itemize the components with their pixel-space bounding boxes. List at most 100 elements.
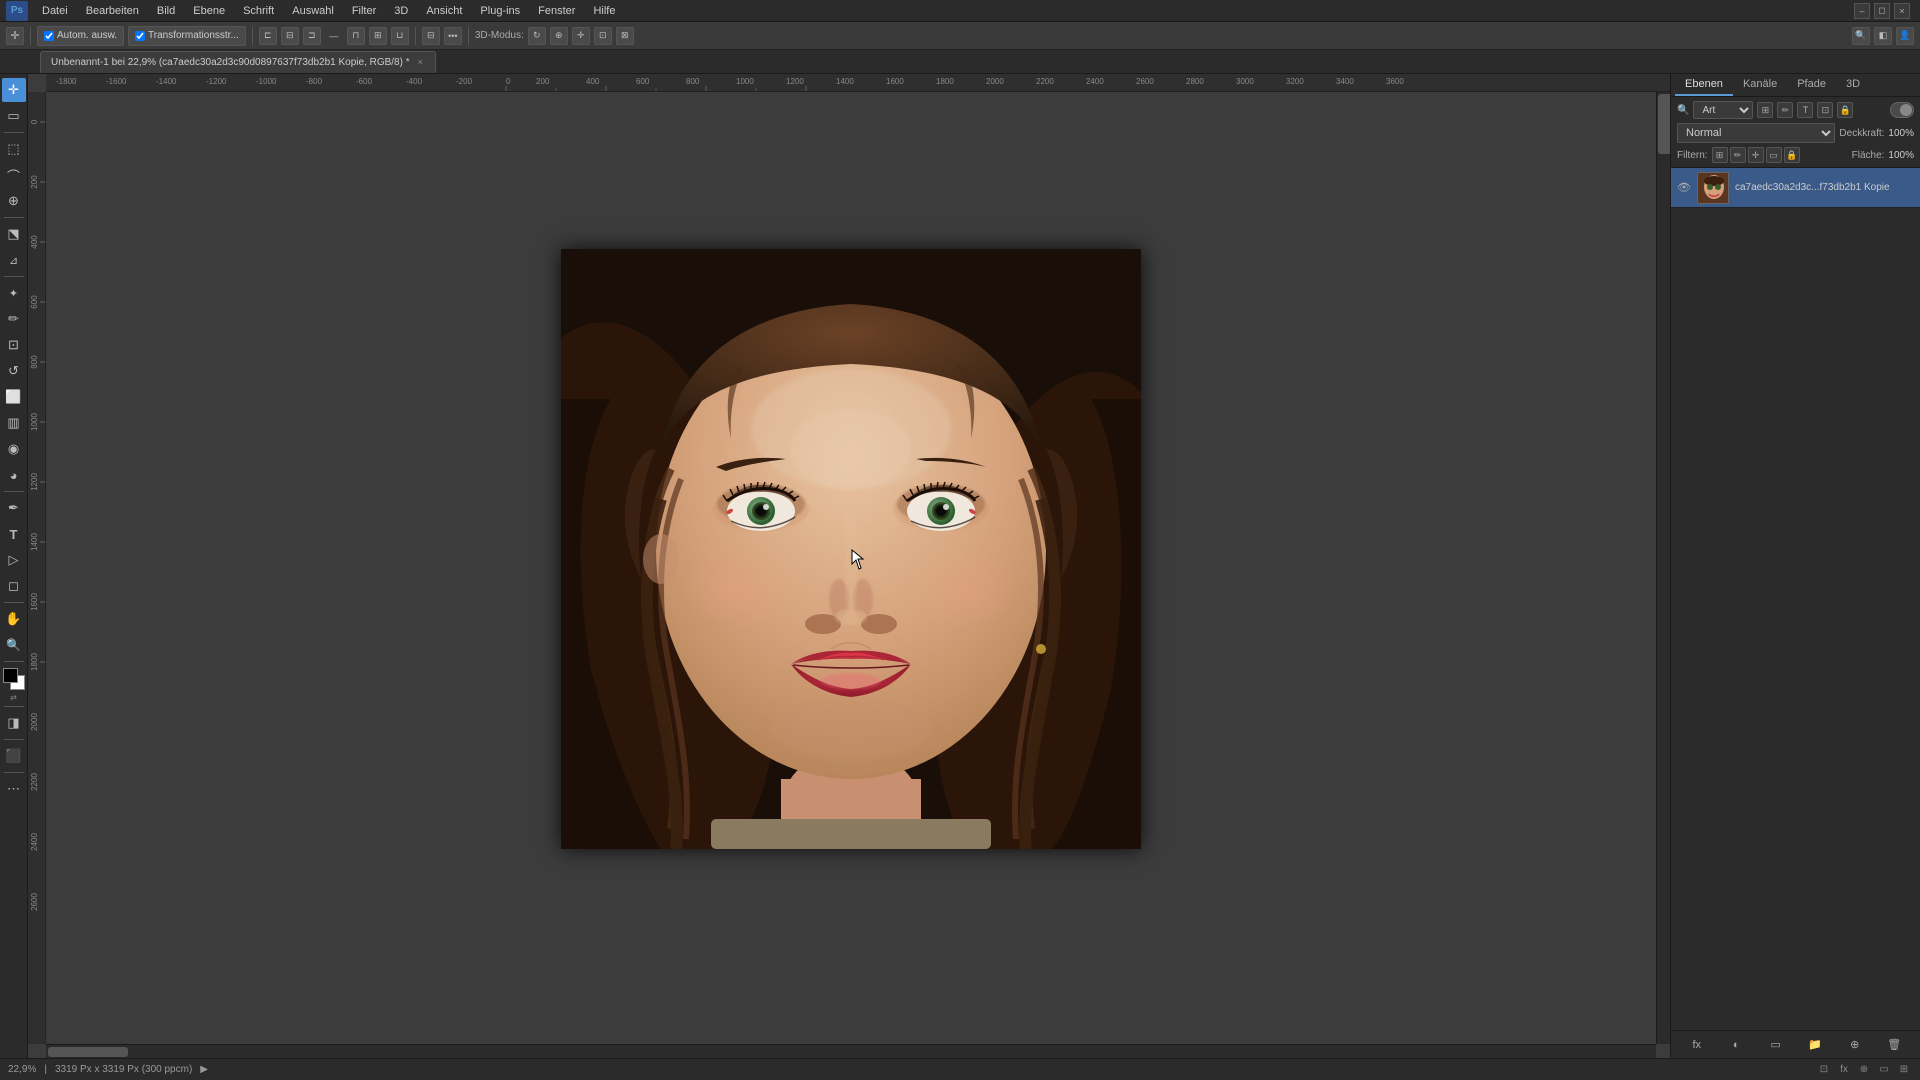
tab-close-button[interactable]: × [416,57,425,67]
layer-visibility-toggle[interactable]: 👁 [1677,181,1691,195]
document-tab[interactable]: Unbenannt-1 bei 22,9% (ca7aedc30a2d3c90d… [40,51,436,73]
hand-tool-button[interactable]: ✋ [2,607,26,631]
workspaces-icon[interactable]: ◧ [1874,27,1892,45]
v-scroll-thumb[interactable] [1658,94,1670,154]
quick-mask-button[interactable]: ◨ [2,711,26,735]
text-tool-button[interactable]: T [2,522,26,546]
zoom-tool-button[interactable]: 🔍 [2,633,26,657]
move-tool-button[interactable]: ✛ [2,78,26,102]
status-info-arrow[interactable]: ▶ [200,1064,208,1075]
layer-filter-icon-4[interactable]: ⊡ [1817,102,1833,118]
vertical-scrollbar[interactable] [1656,92,1670,1044]
status-icon-4[interactable]: ▭ [1876,1062,1892,1078]
fill-value[interactable]: 100% [1888,150,1914,161]
align-top-icon[interactable]: ⊓ [347,27,365,45]
quick-select-tool-button[interactable]: ⊕ [2,189,26,213]
status-icon-1[interactable]: ⊡ [1816,1062,1832,1078]
delete-layer-button[interactable]: 🗑 [1883,1035,1905,1055]
align-bottom-icon[interactable]: ⊔ [391,27,409,45]
clone-tool-button[interactable]: ⊡ [2,333,26,357]
3d-rotate-icon[interactable]: ↻ [528,27,546,45]
filter-paint-icon[interactable]: ✏ [1730,147,1746,163]
auto-select-checkbox[interactable] [44,31,54,41]
shape-tool-button[interactable]: ◻ [2,574,26,598]
3d-scale-icon[interactable]: ⊠ [616,27,634,45]
menu-bearbeiten[interactable]: Bearbeiten [78,3,147,19]
user-icon[interactable]: 👤 [1896,27,1914,45]
layer-filter-icon-5[interactable]: 🔒 [1837,102,1853,118]
pen-tool-button[interactable]: ✒ [2,496,26,520]
foreground-color-box[interactable] [3,668,18,683]
lasso-tool-button[interactable]: ⌒ [2,163,26,187]
distribute-icon[interactable]: ⊟ [422,27,440,45]
3d-slide-icon[interactable]: ⊡ [594,27,612,45]
opacity-value[interactable]: 100% [1888,128,1914,139]
marquee-tool-button[interactable]: ⬚ [2,137,26,161]
search-icon[interactable]: 🔍 [1852,27,1870,45]
canvas-area[interactable] [46,92,1656,1044]
menu-schrift[interactable]: Schrift [235,3,282,19]
menu-ebene[interactable]: Ebene [185,3,233,19]
history-brush-button[interactable]: ↺ [2,359,26,383]
filter-lock2-icon[interactable]: 🔒 [1784,147,1800,163]
screen-mode-button[interactable]: ⬛ [2,744,26,768]
align-left-icon[interactable]: ⊏ [259,27,277,45]
path-select-button[interactable]: ▷ [2,548,26,572]
status-icon-5[interactable]: ⊞ [1896,1062,1912,1078]
crop-tool-button[interactable]: ⬔ [2,222,26,246]
filter-pos-icon[interactable]: ✛ [1748,147,1764,163]
paths-tab[interactable]: Pfade [1787,74,1836,96]
align-right-icon[interactable]: ⊐ [303,27,321,45]
channels-tab[interactable]: Kanäle [1733,74,1787,96]
transform-controls-button[interactable]: Transformationsstr... [128,26,246,46]
align-vcenter-icon[interactable]: ⊞ [369,27,387,45]
swap-colors-icon[interactable]: ⇄ [10,694,17,702]
blur-tool-button[interactable]: ◉ [2,437,26,461]
3d-tab[interactable]: 3D [1836,74,1870,96]
restore-button[interactable]: ◻ [1874,3,1890,19]
align-center-icon[interactable]: ⊟ [281,27,299,45]
menu-auswahl[interactable]: Auswahl [284,3,342,19]
status-icon-2[interactable]: fx [1836,1062,1852,1078]
artboard-tool-button[interactable]: ▭ [2,104,26,128]
minimize-button[interactable]: – [1854,3,1870,19]
menu-fenster[interactable]: Fenster [530,3,583,19]
menu-plugins[interactable]: Plug-ins [472,3,528,19]
filter-artboard-icon[interactable]: ▭ [1766,147,1782,163]
transform-checkbox[interactable] [135,31,145,41]
new-group-button[interactable]: 📁 [1804,1035,1826,1055]
more-icon[interactable]: ••• [444,27,462,45]
menu-filter[interactable]: Filter [344,3,384,19]
healing-tool-button[interactable]: ✦ [2,281,26,305]
layers-tab[interactable]: Ebenen [1675,74,1733,96]
tool-options-icon[interactable]: ✛ [6,27,24,45]
menu-datei[interactable]: Datei [34,3,76,19]
new-layer-button[interactable]: ⊕ [1844,1035,1866,1055]
extra-tools-button[interactable]: ⋯ [2,777,26,801]
add-style-button[interactable]: fx [1686,1035,1708,1055]
layer-type-filter[interactable]: Art [1693,101,1753,119]
adjustment-button[interactable]: ▭ [1765,1035,1787,1055]
menu-bild[interactable]: Bild [149,3,183,19]
horizontal-scrollbar[interactable] [46,1044,1656,1058]
close-button[interactable]: × [1894,3,1910,19]
layer-filter-toggle[interactable] [1890,102,1914,118]
h-scroll-thumb[interactable] [48,1047,128,1057]
menu-ansicht[interactable]: Ansicht [418,3,470,19]
layer-filter-icon-3[interactable]: T [1797,102,1813,118]
gradient-tool-button[interactable]: ▥ [2,411,26,435]
dodge-tool-button[interactable]: ◕ [2,463,26,487]
blend-mode-select[interactable]: Normal [1677,123,1835,143]
menu-3d[interactable]: 3D [386,3,416,19]
eraser-tool-button[interactable]: ⬜ [2,385,26,409]
eyedropper-tool-button[interactable]: ⊿ [2,248,26,272]
filter-lock-icon[interactable]: ⊞ [1712,147,1728,163]
3d-roll-icon[interactable]: ⊕ [550,27,568,45]
auto-select-button[interactable]: Autom. ausw. [37,26,124,46]
menu-hilfe[interactable]: Hilfe [585,3,623,19]
layer-item[interactable]: 👁 ca7aedc30a2d3c...f73db2b1 Kopie [1671,168,1920,208]
color-selector[interactable] [3,668,25,690]
status-icon-3[interactable]: ⊕ [1856,1062,1872,1078]
layer-filter-icon-1[interactable]: ⊞ [1757,102,1773,118]
3d-pan-icon[interactable]: ✛ [572,27,590,45]
